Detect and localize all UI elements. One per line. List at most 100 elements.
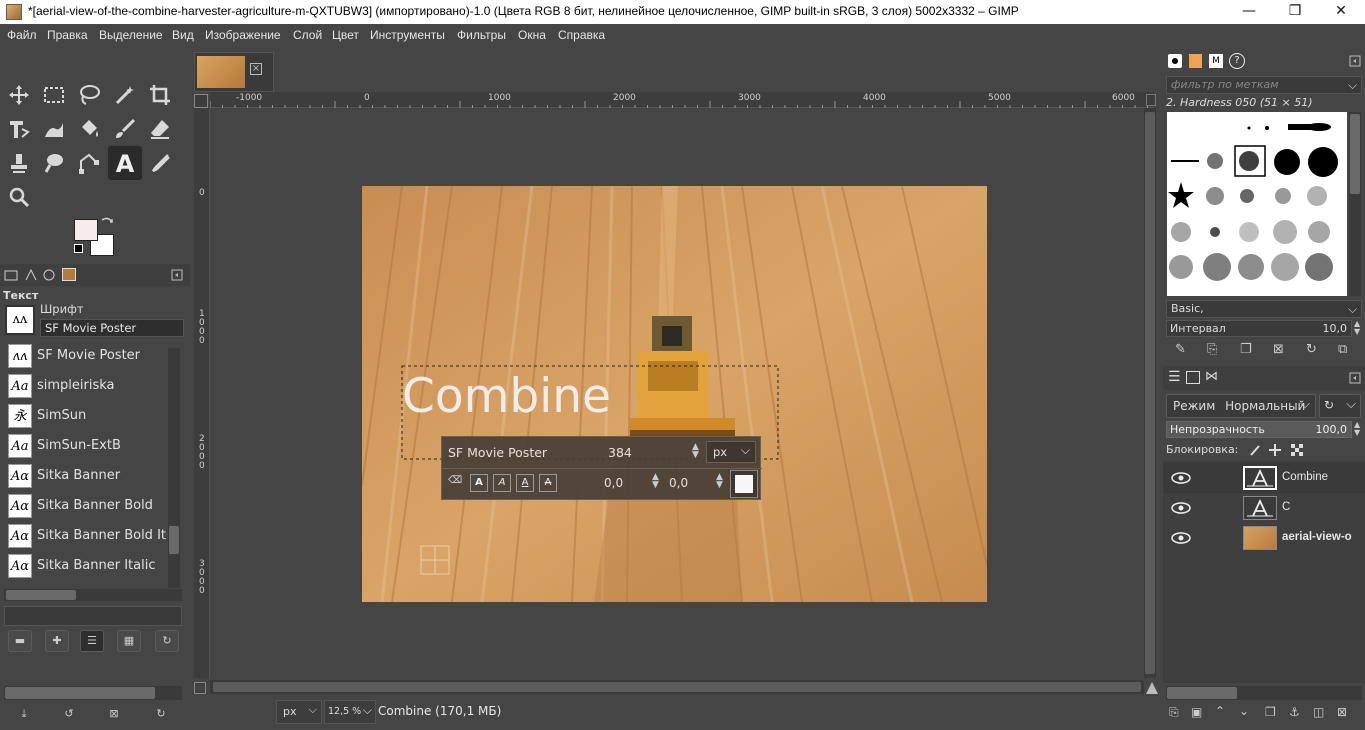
visibility-eye-icon[interactable] <box>1171 471 1191 485</box>
undo-history-tab-icon[interactable] <box>42 268 56 282</box>
warp-tool[interactable] <box>37 112 71 146</box>
minimize-button[interactable]: — <box>1226 0 1272 24</box>
tool-options-tab-icon[interactable] <box>4 268 18 282</box>
font-item[interactable]: Aα Sitka Banner Bold It <box>4 521 184 551</box>
navigate-icon[interactable] <box>194 682 206 694</box>
zoom-selector[interactable]: 12,5 % ⌵ <box>324 700 376 724</box>
paths-tool[interactable] <box>72 146 106 180</box>
canvas-image[interactable]: Combine <box>362 186 987 602</box>
smudge-tool[interactable] <box>37 146 71 180</box>
refresh-brushes-icon[interactable]: ↻ <box>1306 342 1317 357</box>
lock-pixels-icon[interactable] <box>1249 444 1261 456</box>
text-box-handle-icon[interactable] <box>420 545 450 575</box>
canvas-vscroll-thumb[interactable] <box>1145 112 1155 674</box>
raise-layer-icon[interactable]: ⌃ <box>1215 704 1225 718</box>
text-toolbar-font[interactable]: SF Movie Poster <box>448 445 547 460</box>
layer-mode-selector[interactable]: Режим Нормальный ⌵ <box>1166 394 1316 418</box>
menu-windows[interactable]: Окна <box>518 28 546 42</box>
font-list-vscroll-thumb[interactable] <box>169 526 179 554</box>
save-tool-preset-button[interactable]: ⤓ <box>12 704 36 726</box>
delete-brush-icon[interactable]: ⊠ <box>1273 342 1284 357</box>
canvas-viewport[interactable]: Combine SF Movie Poster 384 ▲ ▼ px ⌵ ⌫ A A… <box>210 108 1144 678</box>
image-tab-close-icon[interactable]: × <box>250 63 262 75</box>
paintbrush-tool[interactable] <box>108 112 142 146</box>
help-tab-icon[interactable]: ? <box>1229 53 1245 69</box>
underline-button[interactable]: A <box>516 474 534 492</box>
open-brush-as-image-icon[interactable]: ⧉ <box>1338 342 1347 357</box>
font-item[interactable]: Aα Sitka Banner Bold <box>4 491 184 521</box>
new-layer-group-icon[interactable]: ▣ <box>1191 705 1202 719</box>
spacing-spin-icon[interactable]: ▲ ▼ <box>1354 320 1360 336</box>
zoom-image-on-resize-icon[interactable] <box>1146 94 1156 106</box>
font-list-vscroll[interactable] <box>168 348 180 588</box>
size-spin-icon[interactable]: ▲ ▼ <box>692 443 699 460</box>
font-preview-button[interactable]: ʌʌ <box>5 305 35 335</box>
reset-tool-options-button[interactable]: ↻ <box>149 704 173 726</box>
menu-image[interactable]: Изображение <box>205 28 281 42</box>
fuzzy-select-tool[interactable] <box>108 78 142 112</box>
brush-grid-vscroll[interactable] <box>1349 112 1361 296</box>
new-brush-icon[interactable]: ⎘ <box>1207 342 1217 357</box>
layer-mask-icon[interactable]: ◫ <box>1313 705 1324 719</box>
layer-list-hscroll[interactable] <box>1166 686 1362 700</box>
image-tab[interactable]: × <box>194 52 274 92</box>
device-status-tab-icon[interactable] <box>24 268 38 282</box>
brushes-tab-icon[interactable] <box>1168 54 1182 68</box>
delete-layer-icon[interactable]: ⊠ <box>1337 705 1347 719</box>
menu-tools[interactable]: Инструменты <box>370 28 445 42</box>
brush-tag-filter[interactable]: фильтр по меткам <box>1166 76 1362 94</box>
menu-layer[interactable]: Слой <box>293 28 322 42</box>
bucket-fill-tool[interactable] <box>72 112 106 146</box>
crop-tool[interactable] <box>143 78 177 112</box>
layer-row-image[interactable]: aerial-view-o <box>1163 523 1365 553</box>
quick-mask-icon[interactable] <box>194 94 208 108</box>
layer-list-hscroll-thumb[interactable] <box>1167 687 1237 699</box>
zoom-in-button[interactable]: ✚ <box>45 630 69 652</box>
channels-tab-icon[interactable] <box>1186 371 1200 384</box>
font-entry[interactable]: SF Movie Poster <box>40 319 184 337</box>
text-color-button[interactable] <box>730 470 758 498</box>
menu-filters[interactable]: Фильтры <box>457 28 506 42</box>
opacity-field[interactable]: Непрозрачность 100,0 <box>1166 421 1352 438</box>
move-tool[interactable] <box>2 78 36 112</box>
eraser-tool[interactable] <box>143 112 177 146</box>
menu-edit[interactable]: Правка <box>47 28 88 42</box>
unit-selector[interactable]: px ⌵ <box>276 700 322 724</box>
menu-file[interactable]: Файл <box>7 28 37 42</box>
text-tool[interactable]: A <box>108 146 142 180</box>
clear-style-icon[interactable]: ⌫ <box>448 475 464 491</box>
layer-composite-selector[interactable]: ↻ ⌵ <box>1319 394 1361 418</box>
list-view-button[interactable]: ☰ <box>80 630 104 652</box>
clone-tool[interactable] <box>2 146 36 180</box>
unified-transform-tool[interactable] <box>2 112 36 146</box>
canvas-vscroll[interactable] <box>1144 108 1156 678</box>
anchor-layer-icon[interactable]: ⚓ <box>1289 705 1300 719</box>
dock-menu-icon[interactable] <box>1349 372 1361 384</box>
baseline-spin-icon[interactable]: ▲ ▼ <box>652 473 659 490</box>
layer-row-c[interactable]: C <box>1163 493 1365 523</box>
patterns-tab-icon[interactable] <box>1189 54 1202 68</box>
font-item[interactable]: Aa simpleiriska <box>4 371 184 401</box>
baseline-field[interactable]: 0,0 <box>604 476 623 490</box>
font-refresh-button[interactable]: ↻ <box>155 630 179 652</box>
menu-colors[interactable]: Цвет <box>332 28 359 42</box>
visibility-eye-icon[interactable] <box>1171 501 1191 515</box>
layer-row-combine[interactable]: Combine <box>1163 463 1365 493</box>
text-toolbar-unit[interactable]: px ⌵ <box>706 441 756 463</box>
dock-menu-icon[interactable] <box>1349 55 1361 67</box>
opacity-spin-icon[interactable]: ▲ ▼ <box>1354 421 1360 437</box>
font-item[interactable]: 永 SimSun <box>4 401 184 431</box>
brush-preset-selector[interactable]: Basic, <box>1166 300 1362 318</box>
font-item[interactable]: Aα Sitka Banner Italic <box>4 551 184 581</box>
default-colors-icon[interactable] <box>74 244 83 253</box>
canvas-hscroll-thumb[interactable] <box>213 682 1141 692</box>
brush-grid-vscroll-thumb[interactable] <box>1350 114 1360 194</box>
menu-help[interactable]: Справка <box>558 28 605 42</box>
delete-tool-preset-button[interactable]: ⊠ <box>102 704 126 726</box>
zoom-tool[interactable] <box>2 180 36 214</box>
italic-button[interactable]: A <box>493 474 511 492</box>
lower-layer-icon[interactable]: ⌄ <box>1239 704 1249 718</box>
rect-select-tool[interactable] <box>37 78 71 112</box>
images-tab-icon[interactable] <box>62 268 76 281</box>
new-layer-icon[interactable]: ⎘ <box>1169 705 1179 720</box>
